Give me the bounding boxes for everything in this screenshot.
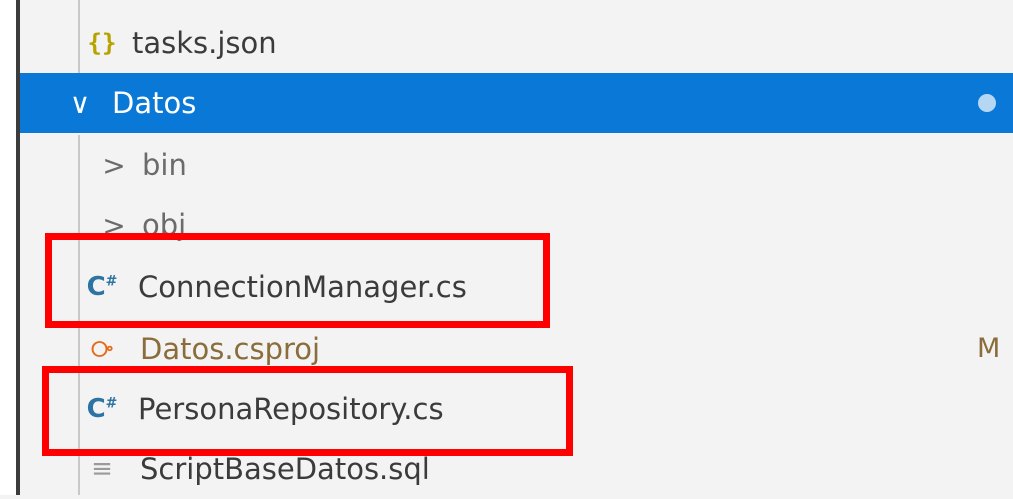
chevron-down-icon: ∨ xyxy=(69,86,91,120)
git-modified-badge: M xyxy=(977,333,1001,364)
folder-label: Datos xyxy=(112,85,197,120)
file-label: Datos.csproj xyxy=(140,331,321,366)
folder-label: bin xyxy=(142,147,187,182)
file-label: tasks.json xyxy=(132,25,277,60)
highlight-box xyxy=(42,366,573,456)
rss-file-icon: ⧂ xyxy=(90,336,113,362)
highlight-box xyxy=(45,233,550,328)
folder-item-bin[interactable]: > bin xyxy=(20,135,1013,195)
json-braces-icon: {} xyxy=(87,29,117,57)
folder-item-datos[interactable]: ∨ Datos xyxy=(20,73,1013,133)
file-item-tasks-json[interactable]: {} tasks.json xyxy=(20,13,1013,73)
file-label: ScriptBaseDatos.sql xyxy=(140,451,430,486)
chevron-right-icon: > xyxy=(102,148,126,182)
sql-file-icon: ≡ xyxy=(91,454,113,484)
unsaved-changes-dot-icon xyxy=(978,94,996,112)
